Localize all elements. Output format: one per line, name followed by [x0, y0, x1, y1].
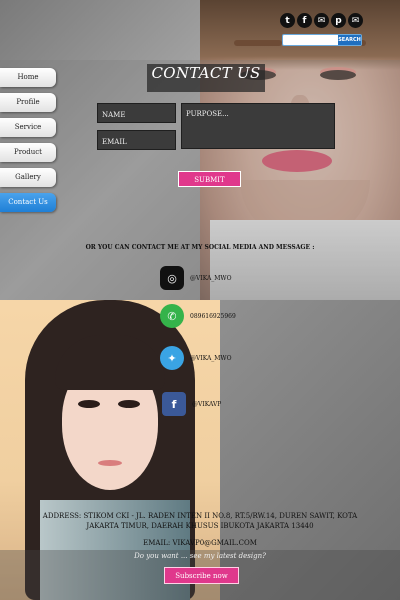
twitter-handle: @VIKA_MWO	[190, 354, 232, 362]
purpose-field[interactable]: PURPOSE...	[181, 103, 335, 149]
subscribe-button[interactable]: Subscribe now	[164, 567, 239, 584]
nav-item-service[interactable]: Service	[0, 118, 56, 137]
twitter-icon: ✦	[160, 346, 184, 370]
facebook-handle: @VIKAVP	[192, 400, 222, 408]
mail-icon[interactable]: ✉	[314, 13, 329, 28]
nav-item-home[interactable]: Home	[0, 68, 56, 87]
name-field[interactable]: NAME	[97, 103, 176, 123]
instagram-handle: @VIKA_MWO	[190, 274, 232, 282]
social-row-facebook[interactable]: f @VIKAVP	[162, 392, 221, 416]
submit-button[interactable]: SUBMIT	[178, 171, 241, 187]
instagram-icon: ◎	[160, 266, 184, 290]
social-row-instagram[interactable]: ◎ @VIKA_MWO	[160, 266, 232, 290]
contact-title-box: CONTACT US	[147, 64, 265, 92]
whatsapp-icon: ✆	[160, 304, 184, 328]
message-icon[interactable]: ✉	[348, 13, 363, 28]
nav-item-product[interactable]: Product	[0, 143, 56, 162]
pinterest-icon[interactable]: p	[331, 13, 346, 28]
nav-item-profile[interactable]: Profile	[0, 93, 56, 112]
social-row-twitter[interactable]: ✦ @VIKA_MWO	[160, 346, 232, 370]
promo-text: Do you want ... see my latest design?	[134, 552, 266, 560]
sidebar-nav: Home Profile Service Product Gallery Con…	[0, 68, 56, 218]
whatsapp-number: 089616925969	[190, 312, 236, 320]
facebook-icon[interactable]: f	[297, 13, 312, 28]
top-social-icons: t f ✉ p ✉	[280, 13, 363, 28]
twitter-icon[interactable]: t	[280, 13, 295, 28]
facebook-icon: f	[162, 392, 186, 416]
social-row-whatsapp[interactable]: ✆ 089616925969	[160, 304, 236, 328]
address-text: ADDRESS: STIKOM CKI - JL. RADEN INTEN II…	[42, 512, 358, 530]
social-heading: OR YOU CAN CONTACT ME AT MY SOCIAL MEDIA…	[85, 244, 315, 251]
page-title: CONTACT US	[151, 64, 261, 82]
nav-item-gallery[interactable]: Gallery	[0, 168, 56, 187]
nav-item-contact-us[interactable]: Contact Us	[0, 193, 56, 212]
search-button[interactable]: SEARCH	[338, 35, 361, 45]
email-text: EMAIL: VIKAVP0@GMAIL.COM	[143, 539, 257, 547]
email-field[interactable]: EMAIL	[97, 130, 176, 150]
